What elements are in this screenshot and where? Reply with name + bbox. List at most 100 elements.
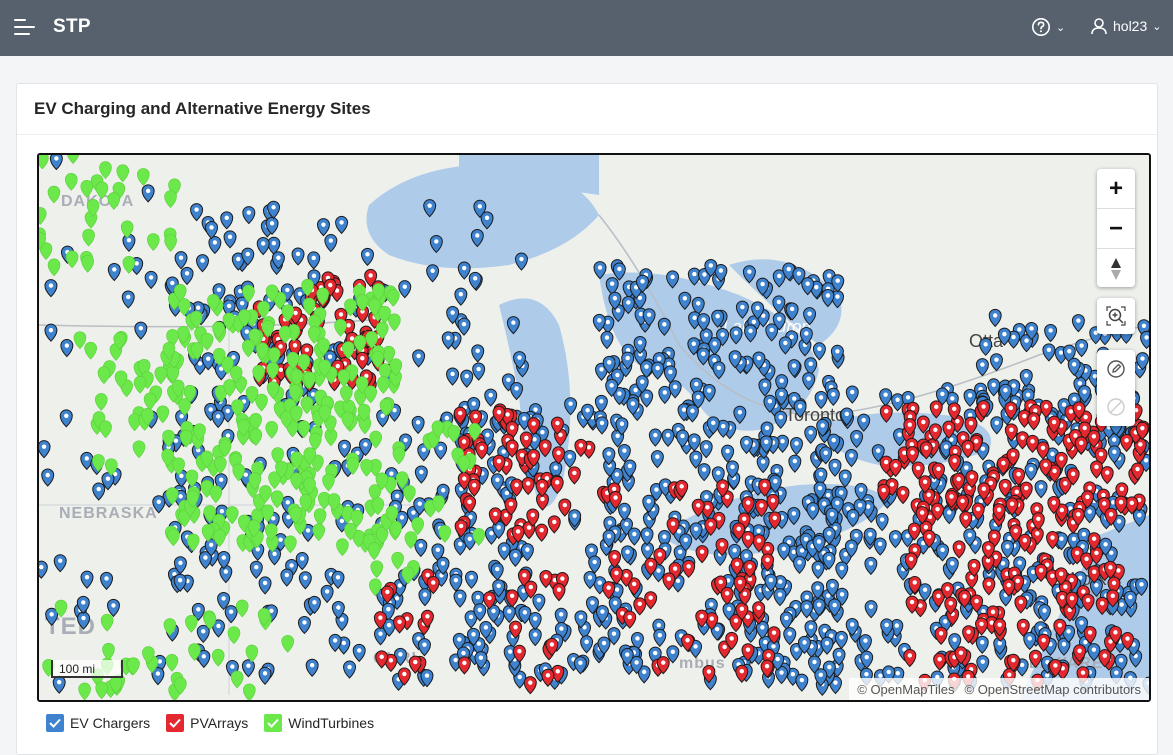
attribution-link[interactable]: © OpenStreetMap contributors <box>965 682 1142 697</box>
map-marker[interactable] <box>873 537 887 556</box>
map-marker[interactable] <box>209 485 223 504</box>
map-marker[interactable] <box>790 436 804 456</box>
map-marker[interactable] <box>735 300 749 319</box>
map-marker[interactable] <box>457 261 471 280</box>
map-marker[interactable] <box>307 251 321 270</box>
map-marker[interactable] <box>528 612 542 631</box>
map-marker[interactable] <box>152 495 166 514</box>
map-marker[interactable] <box>742 265 756 284</box>
map-marker[interactable] <box>1100 466 1114 485</box>
map-marker[interactable] <box>535 523 549 542</box>
map-marker[interactable] <box>975 635 989 654</box>
map-marker[interactable] <box>963 388 977 408</box>
map-marker[interactable] <box>313 508 327 526</box>
map-marker[interactable] <box>196 624 210 644</box>
map-marker[interactable] <box>1037 604 1051 623</box>
map-marker[interactable] <box>777 542 791 561</box>
map-marker[interactable] <box>608 550 622 569</box>
map-marker[interactable] <box>298 571 312 590</box>
map-marker[interactable] <box>600 331 614 350</box>
map-marker[interactable] <box>398 280 412 299</box>
map-marker[interactable] <box>521 476 535 496</box>
map-marker[interactable] <box>864 600 878 619</box>
draw-button[interactable] <box>1097 350 1135 388</box>
map-marker[interactable] <box>627 527 641 546</box>
hamburger-icon[interactable] <box>14 19 36 37</box>
map-marker[interactable] <box>39 155 49 170</box>
map-marker[interactable] <box>588 555 602 574</box>
map-marker[interactable] <box>975 358 989 377</box>
map-marker[interactable] <box>795 673 809 692</box>
map-marker[interactable] <box>657 317 671 336</box>
map-marker[interactable] <box>774 410 788 429</box>
map-marker[interactable] <box>164 190 177 209</box>
map-marker[interactable] <box>141 184 155 203</box>
map-marker[interactable] <box>1095 596 1109 616</box>
checkbox[interactable] <box>264 714 283 732</box>
map-marker[interactable] <box>391 551 404 570</box>
map-marker[interactable] <box>964 416 978 435</box>
map-marker[interactable] <box>122 233 136 252</box>
map-marker[interactable] <box>552 583 566 602</box>
map-marker[interactable] <box>982 577 996 596</box>
map-marker[interactable] <box>896 486 910 505</box>
map-marker[interactable] <box>224 605 238 624</box>
map-marker[interactable] <box>1024 462 1038 481</box>
map-marker[interactable] <box>633 597 647 616</box>
map-marker[interactable] <box>1090 460 1104 479</box>
zoom-to-extent-button[interactable] <box>1097 298 1135 334</box>
map-marker[interactable] <box>223 230 237 249</box>
map-marker[interactable] <box>196 254 210 273</box>
map-marker[interactable] <box>100 571 114 591</box>
map-marker[interactable] <box>918 583 932 602</box>
map-marker[interactable] <box>457 656 471 675</box>
map-marker[interactable] <box>411 415 425 435</box>
map-marker[interactable] <box>242 206 256 225</box>
map-marker[interactable] <box>312 523 326 542</box>
map-marker[interactable] <box>952 540 966 559</box>
map-marker[interactable] <box>470 229 484 248</box>
map-marker[interactable] <box>249 560 263 579</box>
map-marker[interactable] <box>850 429 864 449</box>
map-marker[interactable] <box>1014 595 1028 614</box>
map-marker[interactable] <box>258 666 272 686</box>
map-marker[interactable] <box>147 233 160 251</box>
map-marker[interactable] <box>235 599 249 618</box>
map-marker[interactable] <box>77 611 91 630</box>
map-marker[interactable] <box>1140 330 1149 350</box>
map-marker[interactable] <box>97 366 111 385</box>
map-marker[interactable] <box>460 369 474 388</box>
map-marker[interactable] <box>305 658 319 677</box>
map-marker[interactable] <box>520 543 534 562</box>
map-marker[interactable] <box>472 362 486 381</box>
map-marker[interactable] <box>990 416 1004 435</box>
map-marker[interactable] <box>280 568 294 587</box>
map-marker[interactable] <box>563 449 577 469</box>
map-marker[interactable] <box>475 441 489 460</box>
legend-item-ev-chargers[interactable]: EV Chargers <box>46 714 150 732</box>
map-marker[interactable] <box>284 535 297 554</box>
map-marker[interactable] <box>53 554 67 573</box>
map-marker[interactable] <box>65 250 79 269</box>
map-marker[interactable] <box>814 390 828 410</box>
map-marker[interactable] <box>592 313 606 333</box>
map-marker[interactable] <box>668 380 682 399</box>
map-marker[interactable] <box>594 394 608 414</box>
map-marker[interactable] <box>429 234 443 254</box>
map-marker[interactable] <box>903 648 917 668</box>
map-marker[interactable] <box>449 573 463 592</box>
map-marker[interactable] <box>857 413 871 432</box>
map-marker[interactable] <box>580 635 594 654</box>
map-marker[interactable] <box>697 463 711 482</box>
map-marker[interactable] <box>508 548 522 567</box>
map-marker[interactable] <box>164 234 177 252</box>
map-marker[interactable] <box>662 572 676 591</box>
map-marker[interactable] <box>484 388 498 407</box>
map-marker[interactable] <box>804 425 818 444</box>
map-marker[interactable] <box>547 515 561 534</box>
map-marker[interactable] <box>249 428 263 446</box>
map-marker[interactable] <box>39 440 51 459</box>
map-marker[interactable] <box>1028 649 1042 668</box>
map-marker[interactable] <box>779 611 793 630</box>
map-marker[interactable] <box>95 681 108 700</box>
